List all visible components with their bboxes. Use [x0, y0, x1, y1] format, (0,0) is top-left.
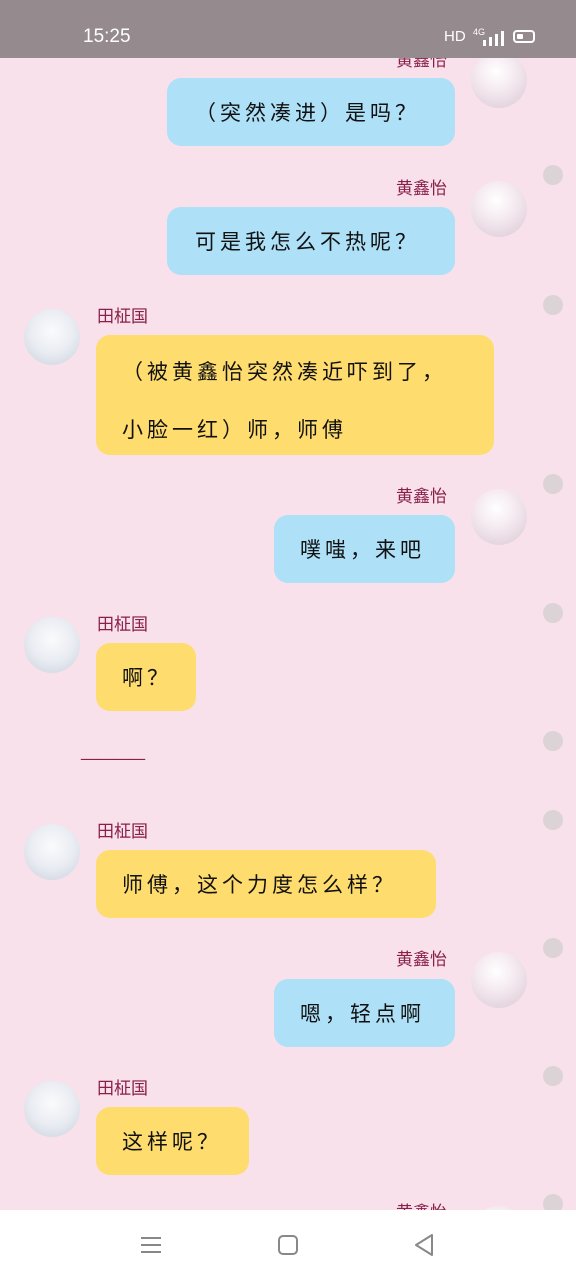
sender-name: 黄鑫怡 [396, 487, 447, 507]
message-bubble[interactable]: （突然凑进）是吗？ [167, 78, 455, 146]
message-bubble[interactable]: 啊？ [96, 643, 196, 711]
avatar[interactable] [471, 952, 527, 1008]
select-dot[interactable] [543, 731, 563, 751]
avatar[interactable] [24, 1081, 80, 1137]
select-dot[interactable] [543, 603, 563, 623]
avatar[interactable] [471, 58, 527, 108]
message-bubble[interactable]: 噗嗤，来吧 [274, 515, 455, 583]
battery-icon [513, 30, 535, 43]
select-dot[interactable] [543, 474, 563, 494]
sender-name: 田柾国 [97, 307, 148, 327]
home-icon[interactable] [275, 1232, 301, 1258]
navigation-bar [0, 1210, 576, 1280]
select-dot[interactable] [543, 1066, 563, 1086]
avatar[interactable] [471, 181, 527, 237]
select-dot[interactable] [543, 1194, 563, 1210]
avatar[interactable] [24, 309, 80, 365]
message-bubble[interactable]: 可是我怎么不热呢？ [167, 207, 455, 275]
message-bubble[interactable]: 这样呢？ [96, 1107, 249, 1175]
message-bubble[interactable]: （被黄鑫怡突然凑近吓到了，小脸一红）师，师傅 [96, 335, 494, 455]
avatar[interactable] [24, 617, 80, 673]
status-bar: 15:25 HD 4G [0, 0, 576, 58]
sender-name: 黄鑫怡 [396, 950, 447, 970]
message-bubble[interactable]: 嗯，轻点啊 [274, 979, 455, 1047]
sender-name: 田柾国 [97, 615, 148, 635]
avatar[interactable] [471, 489, 527, 545]
select-dot[interactable] [543, 165, 563, 185]
scene-divider: ———— [80, 748, 146, 769]
signal-icon [483, 31, 504, 46]
select-dot[interactable] [543, 295, 563, 315]
message-bubble[interactable]: 师傅，这个力度怎么样？ [96, 850, 436, 918]
status-time: 15:25 [83, 26, 131, 47]
sender-name: 田柾国 [97, 1079, 148, 1099]
hd-indicator: HD [444, 28, 466, 45]
avatar[interactable] [24, 824, 80, 880]
sender-name: 黄鑫怡 [396, 1198, 447, 1210]
select-dot[interactable] [543, 938, 563, 958]
sender-name: 黄鑫怡 [396, 179, 447, 199]
sender-name: 田柾国 [97, 822, 148, 842]
select-dot[interactable] [543, 810, 563, 830]
chat-scroll-area[interactable]: 黄鑫怡 （突然凑进）是吗？ 黄鑫怡 可是我怎么不热呢？ 田柾国 （被黄鑫怡突然凑… [0, 58, 576, 1210]
sender-name: 黄鑫怡 [396, 58, 447, 71]
menu-icon[interactable] [138, 1232, 164, 1258]
back-icon[interactable] [411, 1232, 437, 1258]
